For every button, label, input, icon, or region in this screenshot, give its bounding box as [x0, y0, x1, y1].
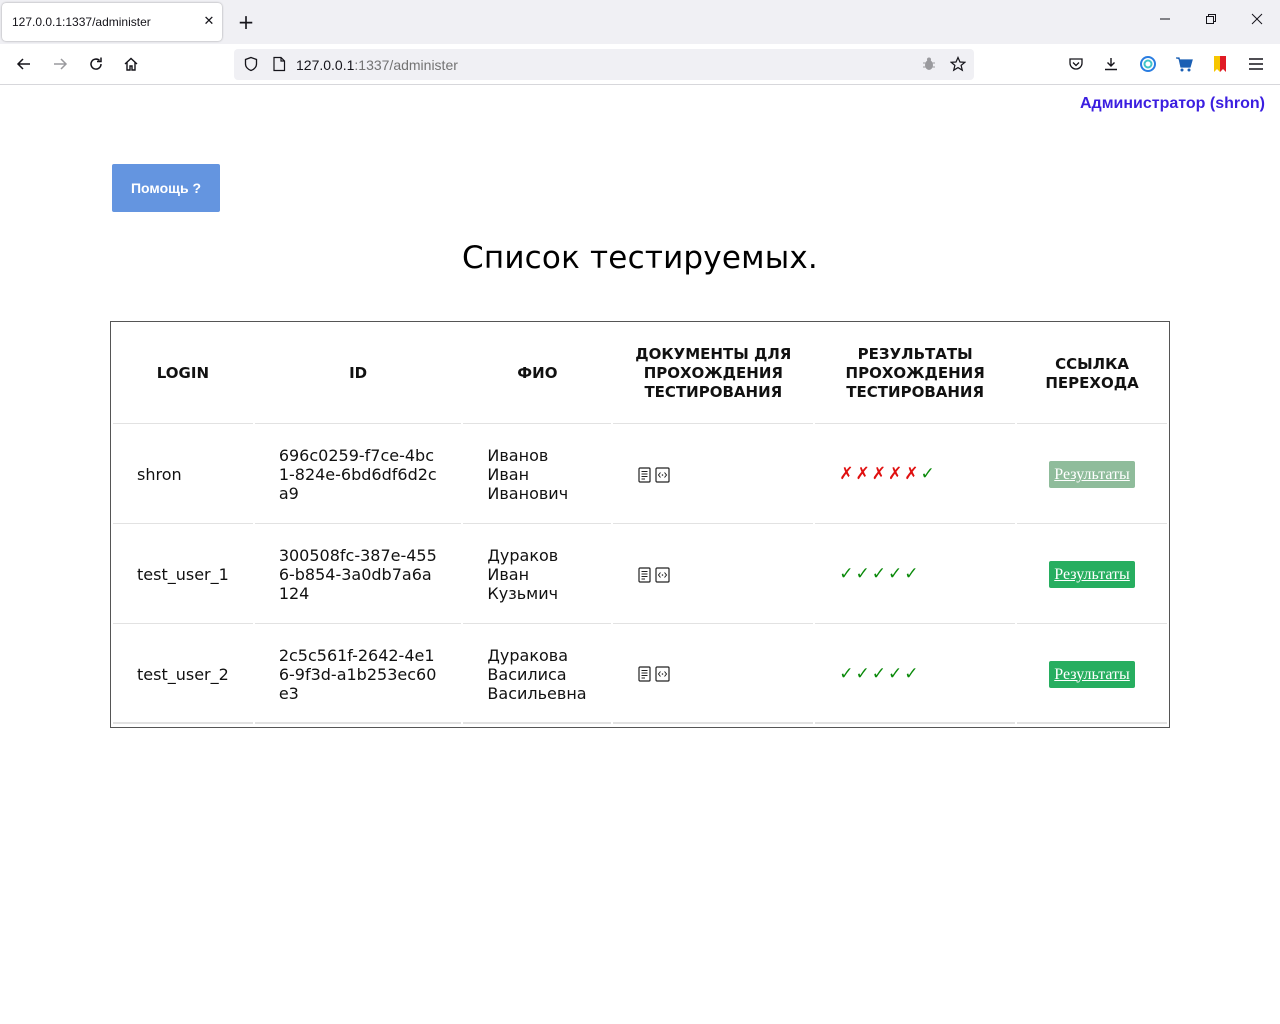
result-pass-mark: ✓ — [855, 564, 870, 584]
documents-cell — [613, 526, 814, 624]
home-icon[interactable] — [120, 53, 142, 75]
result-pass-mark: ✓ — [839, 663, 854, 684]
result-pass-mark: ✓ — [920, 464, 935, 484]
link-cell: Результаты — [1017, 426, 1167, 524]
url-bar[interactable]: 127.0.0.1:1337/administer — [234, 49, 974, 80]
id-cell: 300508fc-387e-4556-b854-3a0db7a6a124 — [254, 526, 462, 624]
login-cell: test_user_1 — [113, 526, 253, 624]
page-title: Список тестируемых. — [462, 240, 818, 276]
result-fail-mark: ✗ — [871, 464, 886, 484]
code-document-icon[interactable] — [655, 466, 670, 483]
results-button[interactable]: Результаты — [1049, 561, 1135, 588]
url-text[interactable]: 127.0.0.1:1337/administer — [296, 57, 458, 73]
results-cell: ✗ ✗ ✗ ✗ ✗ ✓ — [815, 426, 1016, 524]
bookmark-star-icon[interactable] — [947, 53, 969, 75]
result-pass-mark: ✓ — [855, 663, 870, 684]
extension-bug-icon[interactable] — [918, 53, 940, 75]
header-fio: ФИО — [463, 324, 612, 424]
extension-flag-icon[interactable] — [1209, 53, 1231, 75]
result-pass-mark: ✓ — [871, 564, 886, 584]
result-pass-mark: ✓ — [887, 564, 903, 584]
document-icon[interactable] — [637, 666, 652, 682]
back-icon[interactable] — [13, 53, 35, 75]
cart-icon[interactable] — [1173, 53, 1195, 75]
result-pass-mark: ✓ — [904, 663, 919, 684]
users-table: LOGIN ID ФИО ДОКУМЕНТЫ ДЛЯ ПРОХОЖДЕНИЯ Т… — [111, 322, 1169, 726]
result-pass-mark: ✓ — [839, 564, 854, 584]
url-host: 127.0.0.1 — [296, 57, 355, 73]
tracking-shield-icon[interactable] — [240, 53, 262, 75]
window-minimize-icon[interactable] — [1152, 10, 1178, 34]
menu-hamburger-icon[interactable] — [1245, 53, 1267, 75]
documents-cell — [613, 426, 814, 524]
url-path: :1337/administer — [354, 57, 458, 73]
header-login: LOGIN — [113, 324, 253, 424]
id-cell: 696c0259-f7ce-4bc1-824e-6bd6df6d2ca9 — [254, 426, 462, 524]
pocket-icon[interactable] — [1065, 53, 1087, 75]
current-user-label[interactable]: Администратор (shron) — [1080, 95, 1265, 113]
browser-nav-bar: 127.0.0.1:1337/administer — [0, 44, 1280, 85]
result-pass-mark: ✓ — [904, 564, 919, 584]
fio-first-name: Иван — [487, 465, 530, 484]
fio-middle-name: Васильевна — [487, 683, 587, 703]
window-close-icon[interactable] — [1244, 10, 1270, 34]
documents-cell — [613, 626, 814, 724]
forward-icon[interactable] — [49, 53, 71, 75]
extension-circle-icon[interactable] — [1137, 53, 1159, 75]
table-row: test_user_1 300508fc-387e-4556-b854-3a0d… — [113, 526, 1167, 624]
result-marks: ✓ ✓ ✓ ✓ ✓ — [839, 565, 991, 584]
table-row: shron 696c0259-f7ce-4bc1-824e-6bd6df6d2c… — [113, 426, 1167, 524]
result-fail-mark: ✗ — [887, 464, 903, 484]
results-cell: ✓ ✓ ✓ ✓ ✓ — [815, 626, 1016, 724]
fio-last-name: Дураков — [487, 546, 559, 565]
result-marks: ✓ ✓ ✓ ✓ ✓ — [839, 663, 991, 684]
new-tab-icon[interactable]: + — [234, 10, 258, 34]
browser-tab[interactable]: 127.0.0.1:1337/administer ✕ — [2, 3, 222, 41]
document-icon[interactable] — [637, 566, 652, 583]
result-pass-mark: ✓ — [887, 663, 903, 684]
login-cell: test_user_2 — [113, 626, 253, 724]
fio-first-name: Василиса — [487, 664, 567, 684]
id-cell: 2c5c561f-2642-4e16-9f3d-a1b253ec60e3 — [254, 626, 462, 724]
fio-cell: Дуракова Василиса Васильевна — [463, 626, 612, 724]
header-results: РЕЗУЛЬТАТЫ ПРОХОЖДЕНИЯ ТЕСТИРОВАНИЯ — [815, 324, 1016, 424]
browser-tab-bar: 127.0.0.1:1337/administer ✕ + — [0, 0, 1280, 44]
fio-first-name: Иван — [487, 565, 530, 584]
fio-middle-name: Кузьмич — [487, 584, 559, 603]
downloads-icon[interactable] — [1100, 53, 1122, 75]
result-fail-mark: ✗ — [839, 464, 854, 484]
code-document-icon[interactable] — [655, 566, 670, 583]
page-info-icon[interactable] — [268, 53, 290, 75]
header-id: ID — [254, 324, 462, 424]
fio-cell: Дураков Иван Кузьмич — [463, 526, 612, 624]
result-marks: ✗ ✗ ✗ ✗ ✗ ✓ — [839, 465, 991, 484]
header-documents: ДОКУМЕНТЫ ДЛЯ ПРОХОЖДЕНИЯ ТЕСТИРОВАНИЯ — [613, 324, 814, 424]
results-cell: ✓ ✓ ✓ ✓ ✓ — [815, 526, 1016, 624]
results-button[interactable]: Результаты — [1049, 660, 1135, 688]
results-button[interactable]: Результаты — [1049, 461, 1135, 488]
document-icon[interactable] — [637, 466, 652, 483]
link-cell: Результаты — [1017, 526, 1167, 624]
result-pass-mark: ✓ — [871, 663, 886, 684]
link-cell: Результаты — [1017, 626, 1167, 724]
tab-close-icon[interactable]: ✕ — [199, 12, 219, 32]
fio-last-name: Дуракова — [487, 645, 569, 665]
tab-title: 127.0.0.1:1337/administer — [12, 15, 151, 29]
fio-middle-name: Иванович — [487, 484, 569, 503]
fio-last-name: Иванов — [487, 446, 549, 465]
code-document-icon[interactable] — [655, 666, 670, 682]
table-header-row: LOGIN ID ФИО ДОКУМЕНТЫ ДЛЯ ПРОХОЖДЕНИЯ Т… — [113, 324, 1167, 424]
users-table-container: LOGIN ID ФИО ДОКУМЕНТЫ ДЛЯ ПРОХОЖДЕНИЯ Т… — [110, 321, 1170, 728]
help-button[interactable]: Помощь ? — [112, 164, 220, 212]
result-fail-mark: ✗ — [904, 464, 919, 484]
table-row: test_user_2 2c5c561f-2642-4e16-9f3d-a1b2… — [113, 626, 1167, 724]
window-restore-icon[interactable] — [1198, 10, 1224, 34]
header-link: ССЫЛКА ПЕРЕХОДА — [1017, 324, 1167, 424]
fio-cell: Иванов Иван Иванович — [463, 426, 612, 524]
login-cell: shron — [113, 426, 253, 524]
reload-icon[interactable] — [85, 53, 107, 75]
result-fail-mark: ✗ — [855, 464, 870, 484]
